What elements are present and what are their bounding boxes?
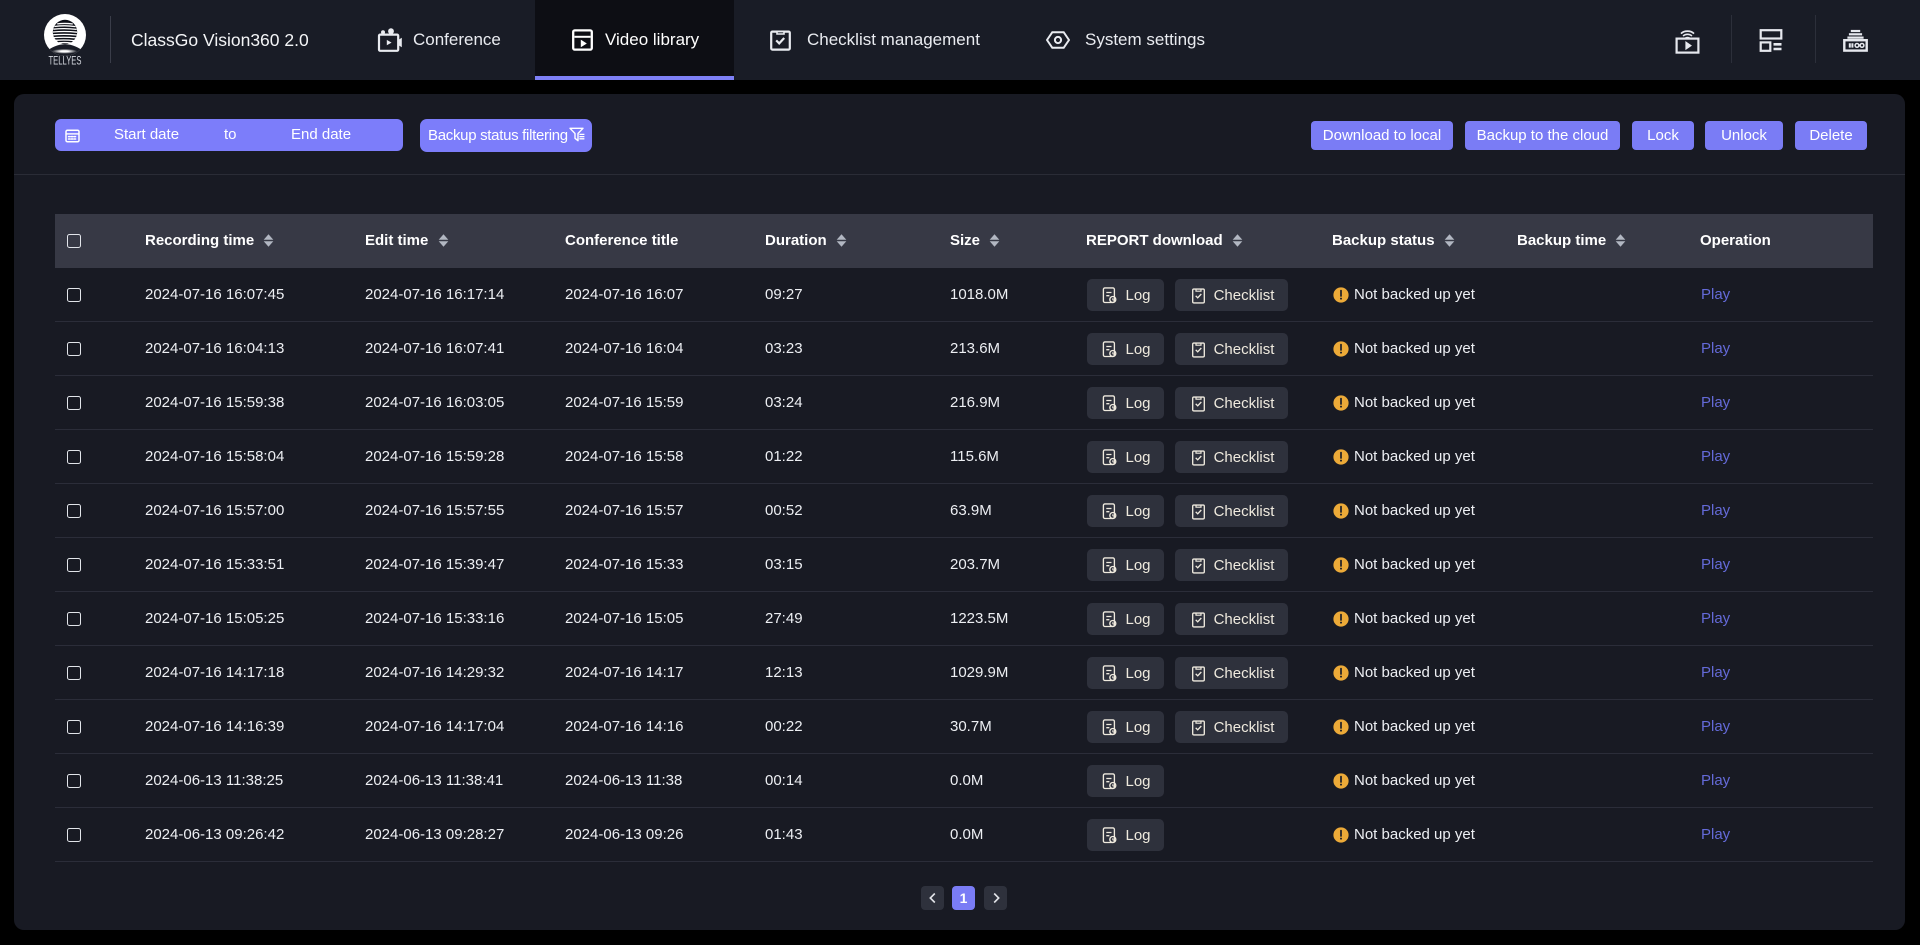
svg-text:TELLYES: TELLYES xyxy=(49,56,82,68)
